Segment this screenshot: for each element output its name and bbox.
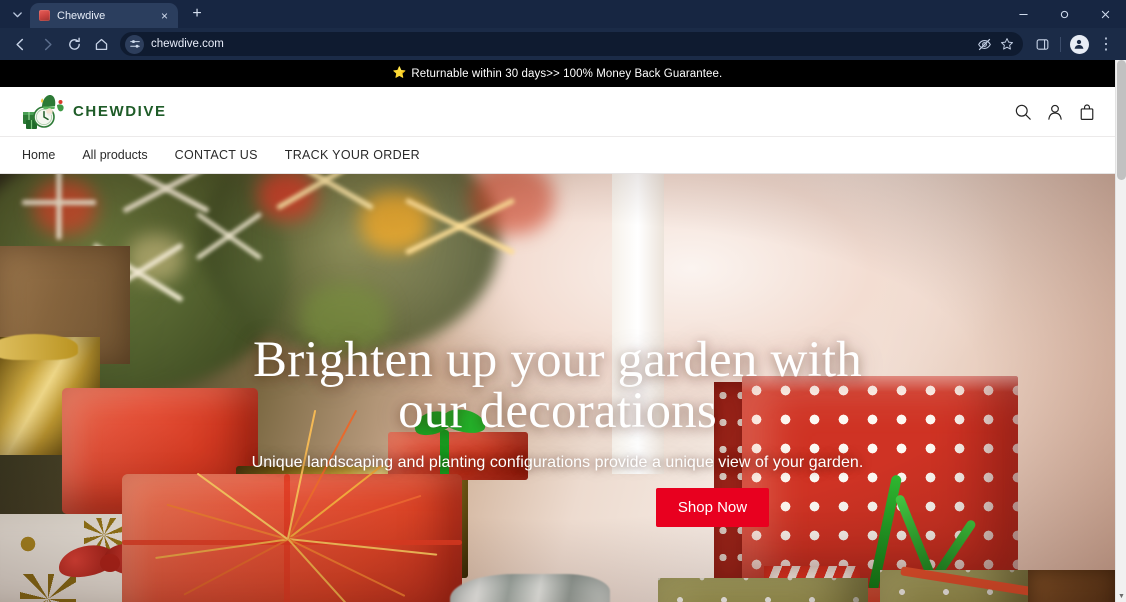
cart-icon[interactable] (1078, 103, 1096, 121)
tab-favicon (39, 10, 50, 21)
browser-tab[interactable]: Chewdive × (30, 3, 178, 28)
announcement-bar: ⭐ Returnable within 30 days>> 100% Money… (0, 60, 1115, 87)
announcement-text: Returnable within 30 days>> 100% Money B… (411, 67, 723, 80)
hero-content: Brighten up your garden with our decorat… (0, 174, 1115, 602)
toolbar-right-actions: ⋮ (1029, 31, 1119, 57)
person-glyph (1048, 104, 1062, 120)
address-bar[interactable]: chewdive.com (120, 32, 1023, 56)
arrow-left-icon (15, 38, 23, 50)
window-maximize-button[interactable] (1044, 0, 1085, 28)
reload-icon (68, 37, 80, 50)
forward-button[interactable] (34, 31, 60, 57)
url-text: chewdive.com (151, 38, 224, 50)
page-viewport: ⭐ Returnable within 30 days>> 100% Money… (0, 60, 1126, 602)
omnibox-actions (974, 34, 1017, 54)
page-scrollbar[interactable]: ▲ ▼ (1115, 60, 1126, 602)
back-button[interactable] (7, 31, 33, 57)
tracking-protection-icon[interactable] (974, 34, 994, 54)
window-controls (1003, 0, 1126, 28)
nav-item-track-your-order[interactable]: TRACK YOUR ORDER (285, 148, 420, 162)
minimize-icon (1019, 13, 1028, 15)
browser-toolbar: chewdive.com ⋮ (0, 28, 1126, 60)
chevron-down-icon (12, 11, 22, 17)
gnome-clock-gifts-logo-icon (22, 93, 66, 131)
profile-avatar-icon (1069, 34, 1089, 54)
site-navigation: Home All products CONTACT US TRACK YOUR … (0, 136, 1115, 174)
scroll-down-arrow-icon[interactable]: ▼ (1116, 591, 1126, 602)
side-panel-icon (1036, 38, 1048, 50)
maximize-icon (1060, 10, 1069, 18)
window-close-button[interactable] (1085, 0, 1126, 28)
reload-button[interactable] (61, 31, 87, 57)
person-icon (1074, 39, 1084, 49)
web-page: ⭐ Returnable within 30 days>> 100% Money… (0, 60, 1115, 602)
home-button[interactable] (88, 31, 114, 57)
hero-subtitle: Unique landscaping and planting configur… (251, 454, 864, 471)
shopping-bag-glyph (1080, 103, 1094, 120)
tab-close-button[interactable]: × (157, 8, 172, 23)
arrow-right-icon (44, 38, 52, 50)
tab-strip: Chewdive × + (0, 0, 1126, 28)
account-icon[interactable] (1046, 103, 1064, 121)
site-header: CHEWDIVE (0, 87, 1115, 136)
bookmark-star-button[interactable] (997, 34, 1017, 54)
tab-title: Chewdive (57, 9, 106, 22)
profile-button[interactable] (1066, 31, 1092, 57)
window-minimize-button[interactable] (1003, 0, 1044, 28)
eye-off-icon (977, 38, 991, 50)
toolbar-divider (1060, 36, 1061, 52)
new-tab-button[interactable]: + (184, 1, 210, 27)
tab-search-button[interactable] (4, 3, 30, 25)
site-logo[interactable]: CHEWDIVE (22, 93, 167, 131)
sliders-icon (129, 40, 140, 48)
shop-now-button[interactable]: Shop Now (655, 488, 770, 527)
magnifier-glyph (1015, 104, 1031, 120)
hero-banner: Brighten up your garden with our decorat… (0, 174, 1115, 602)
close-icon (1101, 10, 1110, 18)
header-icon-group (1014, 103, 1096, 121)
side-panel-button[interactable] (1029, 31, 1055, 57)
nav-item-all-products[interactable]: All products (82, 148, 147, 162)
hero-title: Brighten up your garden with our decorat… (253, 332, 862, 439)
browser-menu-button[interactable]: ⋮ (1093, 31, 1119, 57)
nav-item-home[interactable]: Home (22, 148, 55, 162)
search-icon[interactable] (1014, 103, 1032, 121)
nav-item-contact-us[interactable]: CONTACT US (175, 148, 258, 162)
logo-artwork (23, 94, 64, 129)
site-logo-text: CHEWDIVE (73, 103, 167, 120)
hero-cta-row: Shop Now (0, 488, 1115, 527)
page-scrollbar-thumb[interactable] (1117, 60, 1126, 180)
tune-icon[interactable] (125, 34, 144, 54)
star-icon (1001, 38, 1013, 50)
home-icon (95, 38, 107, 50)
browser-window: Chewdive × + chewdive.com ⋮ ⭐ Returnable… (0, 0, 1126, 602)
star-icon: ⭐ (392, 67, 407, 79)
